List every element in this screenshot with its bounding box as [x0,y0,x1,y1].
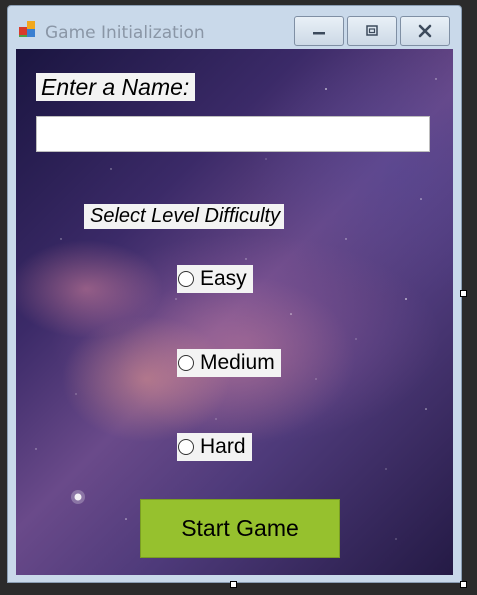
close-button[interactable] [400,16,450,46]
title-bar[interactable]: Game Initialization [8,6,461,48]
radio-button-icon[interactable] [178,355,194,371]
maximize-button[interactable] [347,16,397,46]
start-game-button[interactable]: Start Game [140,499,340,558]
radio-button-icon[interactable] [178,439,194,455]
app-icon [19,21,35,37]
difficulty-option-label: Medium [200,351,275,374]
maximize-icon [366,25,378,36]
minimize-icon [313,32,325,35]
difficulty-label: Select Level Difficulty [84,204,285,229]
difficulty-option-label: Hard [200,435,246,458]
form-client-area: Enter a Name: Select Level Difficulty Ea… [16,49,453,575]
resize-handle-right[interactable] [460,290,467,297]
name-label: Enter a Name: [36,73,196,101]
radio-button-icon[interactable] [178,271,194,287]
close-icon [418,24,432,38]
game-initialization-window: Game Initialization Enter a Name: Select… [7,5,462,583]
difficulty-option-label: Easy [200,267,247,290]
difficulty-option-medium[interactable]: Medium [177,349,281,377]
difficulty-option-easy[interactable]: Easy [177,265,253,293]
resize-handle-corner[interactable] [460,581,467,588]
window-title: Game Initialization [45,23,205,43]
resize-handle-bottom[interactable] [230,581,237,588]
name-input[interactable] [36,116,430,152]
minimize-button[interactable] [294,16,344,46]
difficulty-option-hard[interactable]: Hard [177,433,252,461]
